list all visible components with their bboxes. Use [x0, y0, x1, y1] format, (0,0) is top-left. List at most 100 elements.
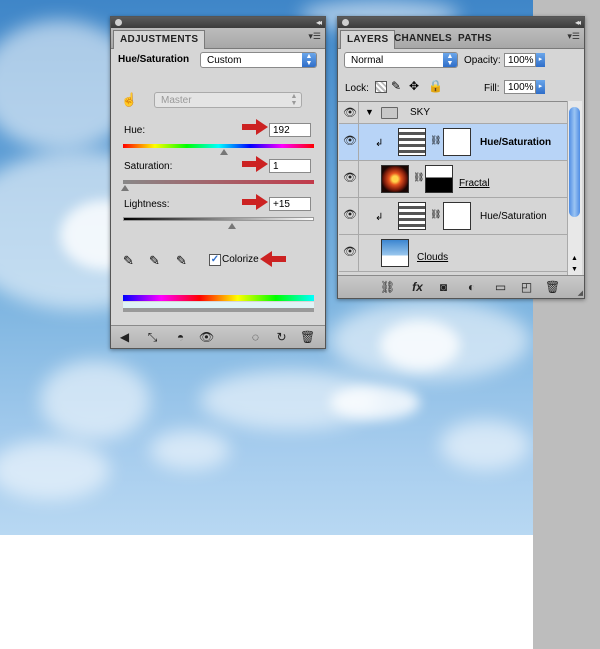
panel-menu-icon[interactable]: ▾☰	[308, 31, 321, 42]
lightness-label: Lightness:	[124, 199, 170, 210]
eyedropper-plus-icon[interactable]: ✎	[149, 253, 160, 269]
close-icon[interactable]	[342, 19, 349, 26]
hue-slider-thumb[interactable]	[220, 149, 228, 155]
hue-slider-track[interactable]	[123, 144, 314, 148]
lock-label: Lock:	[345, 83, 369, 94]
saturation-slider-track[interactable]	[123, 180, 314, 184]
chevron-updown-icon: ▲ ▼	[443, 53, 457, 67]
layer-list: 👁 ▼ SKY 👁 ↲ ⛓ Hue/Saturation 👁 ⛓ Fractal…	[338, 101, 567, 277]
adjustment-title: Hue/Saturation	[118, 54, 190, 65]
layer-name: Fractal	[459, 178, 490, 189]
fill-dropdown-icon[interactable]: ▸	[536, 80, 545, 94]
layer-row[interactable]: 👁 ⛓ Fractal	[339, 161, 567, 198]
saturation-label: Saturation:	[124, 161, 173, 172]
add-mask-icon[interactable]: ◙	[436, 280, 451, 294]
clipping-arrow-icon: ↲	[375, 212, 384, 223]
visibility-eye-icon[interactable]: 👁	[339, 124, 359, 160]
opacity-input[interactable]: 100%	[504, 53, 536, 67]
panel-titlebar[interactable]: ◂◂	[338, 17, 584, 28]
mask-thumbnail	[425, 165, 453, 193]
adjustments-panel: ◂◂ ADJUSTMENTS ▾☰ Hue/Saturation Custom …	[110, 16, 326, 349]
layer-group-sky[interactable]: 👁 ▼ SKY	[339, 102, 567, 124]
scroll-thumb[interactable]	[569, 107, 580, 217]
layer-name: Hue/Saturation	[480, 137, 552, 148]
chevron-updown-icon: ▲ ▼	[302, 53, 316, 67]
mask-thumbnail	[443, 202, 471, 230]
trash-icon[interactable]: 🗑	[545, 280, 560, 294]
lock-all-icon[interactable]: 🔒	[428, 79, 443, 93]
close-icon[interactable]	[115, 19, 122, 26]
tab-adjustments[interactable]: ADJUSTMENTS	[113, 30, 206, 49]
input-spectrum-bar	[123, 295, 314, 301]
visibility-eye-icon[interactable]: 👁	[339, 161, 359, 197]
scroll-down-icon[interactable]: ▼	[571, 266, 578, 273]
blend-mode-select[interactable]: Normal ▲ ▼	[344, 52, 458, 68]
resize-grip-icon[interactable]: ◢	[578, 289, 583, 297]
fill-label: Fill:	[484, 83, 500, 94]
panel-menu-icon[interactable]: ▾☰	[567, 31, 580, 42]
eyedropper-minus-icon[interactable]: ✎	[176, 253, 187, 269]
eyedropper-icon[interactable]: ✎	[123, 253, 134, 269]
new-group-icon[interactable]: ▭	[493, 280, 508, 294]
layers-panel: ◂◂ LAYERS CHANNELS PATHS ▾☰ Normal ▲ ▼ Op…	[337, 16, 585, 299]
layer-row[interactable]: 👁 ↲ ⛓ Hue/Saturation	[339, 124, 567, 161]
preset-select[interactable]: Custom ▲ ▼	[200, 52, 317, 68]
panel-titlebar[interactable]: ◂◂	[111, 17, 325, 28]
lightness-slider-thumb[interactable]	[228, 223, 236, 229]
layer-name: Hue/Saturation	[480, 211, 547, 222]
expand-view-icon[interactable]: ⤡	[145, 330, 160, 344]
saturation-slider-thumb[interactable]	[121, 185, 129, 191]
adjustment-thumbnail	[398, 202, 426, 230]
chevron-updown-icon: ▲ ▼	[290, 93, 298, 107]
lightness-slider-track[interactable]	[123, 217, 314, 221]
visibility-eye-icon[interactable]: 👁	[339, 235, 359, 271]
visibility-eye-icon[interactable]: 👁	[199, 330, 214, 344]
lock-transparency-icon[interactable]	[375, 81, 387, 93]
channel-select[interactable]: Master ▲ ▼	[154, 92, 302, 108]
disclosure-triangle-icon[interactable]: ▼	[365, 107, 374, 117]
layer-name: Clouds	[417, 252, 449, 263]
lock-pixels-icon[interactable]: ✎	[391, 79, 401, 93]
layers-scrollbar[interactable]: ▲ ▼	[567, 101, 582, 276]
collapse-icon[interactable]: ◂◂	[316, 17, 322, 28]
tab-channels[interactable]: CHANNELS	[388, 30, 458, 48]
mask-thumbnail	[443, 128, 471, 156]
lock-position-icon[interactable]: ✥	[409, 79, 419, 93]
chain-link-icon: ⛓	[430, 209, 442, 219]
saturation-input[interactable]: 1	[269, 159, 311, 173]
chain-link-icon: ⛓	[413, 172, 425, 182]
colorize-checkbox[interactable]: ✓	[209, 254, 221, 266]
visibility-eye-icon[interactable]: 👁	[339, 198, 359, 234]
red-arrow-icon	[242, 119, 268, 135]
adjustment-layer-icon[interactable]: ◐	[464, 280, 479, 294]
colorize-label: Colorize	[222, 254, 259, 265]
clip-to-layer-icon[interactable]: ◓	[173, 330, 188, 344]
layer-row[interactable]: 👁 ↲ ⛓ Hue/Saturation	[339, 198, 567, 235]
reset-icon[interactable]: ↻	[274, 330, 289, 344]
adjustment-thumbnail	[398, 128, 426, 156]
fx-icon[interactable]: fx	[410, 280, 425, 294]
scroll-up-icon[interactable]: ▲	[571, 255, 578, 262]
opacity-dropdown-icon[interactable]: ▸	[536, 53, 545, 67]
output-gray-bar	[123, 308, 314, 312]
layer-group-name: SKY	[410, 107, 431, 118]
fractal-thumbnail	[381, 165, 409, 193]
collapse-icon[interactable]: ◂◂	[575, 17, 581, 28]
clouds-thumbnail	[381, 239, 409, 267]
hand-tool-icon[interactable]: ☝	[121, 92, 137, 108]
red-arrow-icon	[242, 194, 268, 210]
visibility-eye-icon[interactable]: 👁	[339, 102, 359, 123]
lightness-input[interactable]: +15	[269, 197, 311, 211]
tab-paths[interactable]: PATHS	[452, 30, 498, 48]
chain-link-icon: ⛓	[430, 135, 442, 145]
hue-label: Hue:	[124, 125, 146, 136]
trash-icon[interactable]: 🗑	[300, 330, 315, 344]
previous-state-icon[interactable]: ◌	[248, 330, 263, 344]
fill-input[interactable]: 100%	[504, 80, 536, 94]
layer-row[interactable]: 👁 Clouds	[339, 235, 567, 272]
back-arrow-icon[interactable]: ◀	[117, 330, 132, 344]
link-layers-icon[interactable]: ⛓	[380, 280, 395, 294]
red-arrow-icon	[242, 156, 268, 172]
new-layer-icon[interactable]: ◰	[519, 280, 534, 294]
hue-input[interactable]: 192	[269, 123, 311, 137]
